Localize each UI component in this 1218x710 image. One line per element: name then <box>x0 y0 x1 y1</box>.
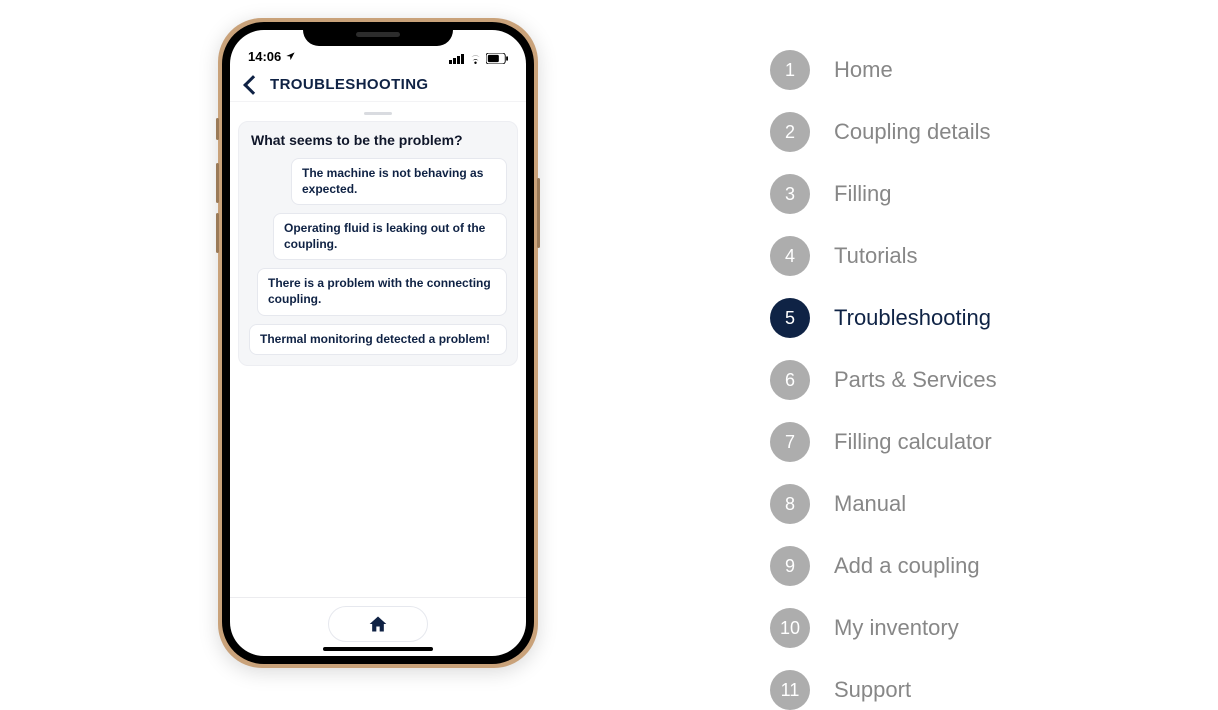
page-title: TROUBLESHOOTING <box>270 76 429 93</box>
troubleshoot-card: What seems to be the problem? The machin… <box>238 121 518 366</box>
legend-label: Filling calculator <box>834 429 992 455</box>
legend-item-filling-calculator[interactable]: 7 Filling calculator <box>770 422 997 462</box>
legend-item-coupling-details[interactable]: 2 Coupling details <box>770 112 997 152</box>
legend-item-troubleshooting[interactable]: 5 Troubleshooting <box>770 298 997 338</box>
legend-badge: 5 <box>770 298 810 338</box>
legend-item-filling[interactable]: 3 Filling <box>770 174 997 214</box>
phone-mockup: 14:06 TROUBLESHOOT <box>218 18 538 668</box>
legend-label: Coupling details <box>834 119 991 145</box>
legend-label: Add a coupling <box>834 553 980 579</box>
content: What seems to be the problem? The machin… <box>230 102 526 597</box>
home-button[interactable] <box>328 606 428 642</box>
status-right <box>449 53 508 64</box>
legend-label: Support <box>834 677 911 703</box>
option-connecting-coupling[interactable]: There is a problem with the connecting c… <box>257 268 507 315</box>
nav-header: TROUBLESHOOTING <box>230 66 526 102</box>
power-button <box>537 178 540 248</box>
legend-label: Filling <box>834 181 891 207</box>
phone-bezel: 14:06 TROUBLESHOOT <box>222 22 534 664</box>
volume-down-button <box>216 213 219 253</box>
legend-badge: 6 <box>770 360 810 400</box>
home-indicator <box>323 647 433 651</box>
legend-badge: 7 <box>770 422 810 462</box>
cellular-icon <box>449 53 465 64</box>
option-machine-not-behaving[interactable]: The machine is not behaving as expected. <box>291 158 507 205</box>
legend-item-home[interactable]: 1 Home <box>770 50 997 90</box>
wifi-icon <box>468 53 483 64</box>
legend-label: Tutorials <box>834 243 918 269</box>
phone-notch <box>303 22 453 46</box>
legend-badge: 2 <box>770 112 810 152</box>
status-left: 14:06 <box>248 49 296 64</box>
option-thermal-monitoring[interactable]: Thermal monitoring detected a problem! <box>249 324 507 356</box>
legend-label: My inventory <box>834 615 959 641</box>
legend-badge: 4 <box>770 236 810 276</box>
home-icon <box>368 614 388 634</box>
legend-badge: 3 <box>770 174 810 214</box>
legend-item-add-coupling[interactable]: 9 Add a coupling <box>770 546 997 586</box>
legend-badge: 1 <box>770 50 810 90</box>
card-title: What seems to be the problem? <box>249 132 507 148</box>
sheet-handle[interactable] <box>364 112 392 115</box>
legend-list: 1 Home 2 Coupling details 3 Filling 4 Tu… <box>770 50 997 710</box>
legend-item-parts-services[interactable]: 6 Parts & Services <box>770 360 997 400</box>
legend-label: Parts & Services <box>834 367 997 393</box>
option-fluid-leaking[interactable]: Operating fluid is leaking out of the co… <box>273 213 507 260</box>
silence-switch <box>216 118 219 140</box>
legend-item-my-inventory[interactable]: 10 My inventory <box>770 608 997 648</box>
legend-label: Home <box>834 57 893 83</box>
legend-badge: 8 <box>770 484 810 524</box>
volume-up-button <box>216 163 219 203</box>
legend-item-tutorials[interactable]: 4 Tutorials <box>770 236 997 276</box>
status-time: 14:06 <box>248 49 281 64</box>
legend-badge: 9 <box>770 546 810 586</box>
legend-label: Troubleshooting <box>834 305 991 331</box>
back-button[interactable] <box>243 75 263 95</box>
phone-screen: 14:06 TROUBLESHOOT <box>230 30 526 656</box>
battery-icon <box>486 53 508 64</box>
location-arrow-icon <box>285 51 296 62</box>
legend-badge: 10 <box>770 608 810 648</box>
legend-label: Manual <box>834 491 906 517</box>
legend-item-manual[interactable]: 8 Manual <box>770 484 997 524</box>
legend-badge: 11 <box>770 670 810 710</box>
legend-item-support[interactable]: 11 Support <box>770 670 997 710</box>
speaker-grille <box>356 32 400 37</box>
